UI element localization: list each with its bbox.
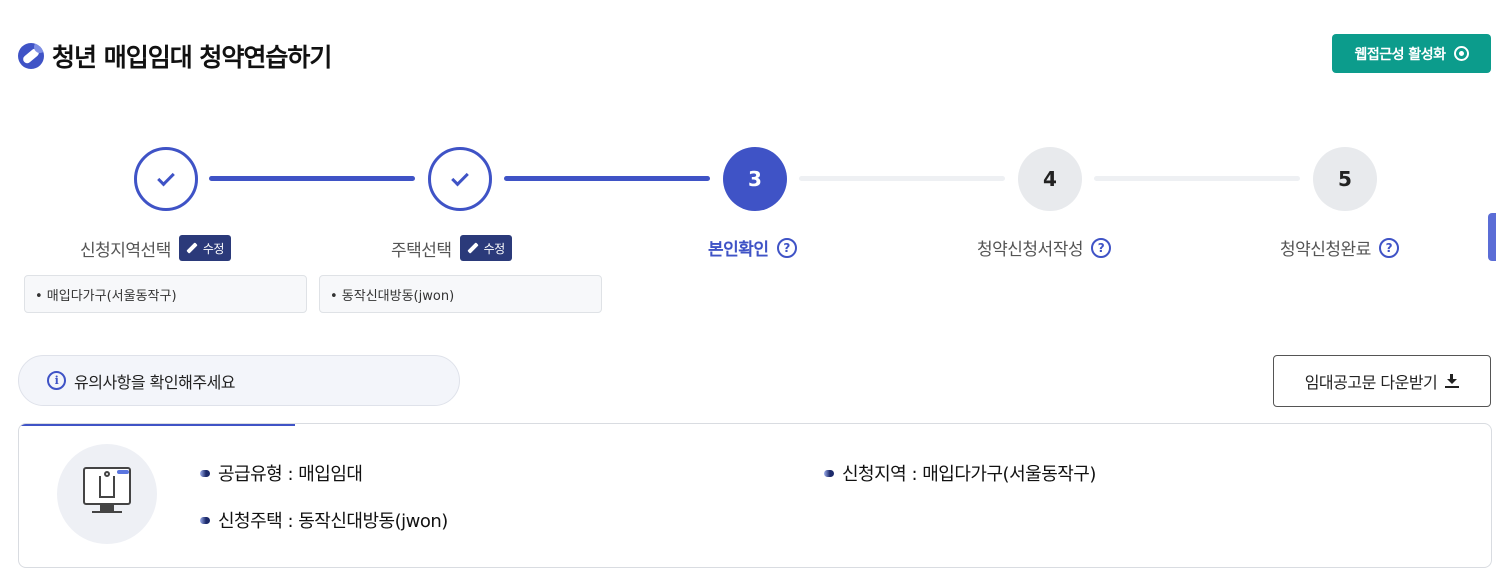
step-1-edit-button[interactable]: 수정 xyxy=(178,235,231,261)
step-3-label: 본인확인 xyxy=(708,240,769,260)
info-supply-type: 공급유형 : 매입임대 xyxy=(200,460,363,486)
step-connector-1 xyxy=(209,176,415,181)
info-icon: i xyxy=(47,371,66,390)
info-house: 신청주택 : 동작신대방동(jwon) xyxy=(200,507,448,533)
step-1-selection: • 매입다가구(서울동작구) xyxy=(24,275,307,313)
pencil-icon xyxy=(186,242,198,254)
bullet-icon xyxy=(200,516,210,524)
edit-label: 수정 xyxy=(202,241,225,256)
pencil-icon xyxy=(466,242,479,254)
step-4-label-group: 청약신청서작성 ? xyxy=(977,235,1111,260)
step-5-circle: 5 xyxy=(1313,147,1377,211)
step-2-circle xyxy=(428,147,492,211)
help-icon[interactable]: ? xyxy=(1378,237,1399,258)
check-icon xyxy=(157,168,175,186)
help-icon[interactable]: ? xyxy=(776,237,797,258)
step-4-label: 청약신청서작성 xyxy=(977,240,1083,260)
help-icon[interactable]: ? xyxy=(1090,237,1111,258)
card-accent-bar xyxy=(19,424,295,426)
step-4-circle: 4 xyxy=(1018,147,1082,211)
step-1-label: 신청지역선택 xyxy=(80,240,171,261)
house-text: 신청주택 : 동작신대방동(jwon) xyxy=(218,511,448,532)
step-3-label-group: 본인확인 ? xyxy=(708,235,797,260)
bullet-icon xyxy=(200,469,210,477)
download-notice-button[interactable]: 임대공고문 다운받기 xyxy=(1273,355,1491,407)
step-1-label-group: 신청지역선택 수정 xyxy=(80,235,231,261)
check-icon xyxy=(451,168,469,186)
step-connector-4 xyxy=(1094,176,1300,181)
supply-type-text: 공급유형 : 매입임대 xyxy=(218,464,363,485)
bullet-icon xyxy=(824,469,834,477)
step-5-label: 청약신청완료 xyxy=(1280,240,1371,260)
step-connector-2 xyxy=(504,176,710,181)
download-icon xyxy=(1445,374,1460,388)
kiosk-info-icon xyxy=(57,444,157,544)
step-5-label-group: 청약신청완료 ? xyxy=(1280,235,1399,260)
step-2-selection: • 동작신대방동(jwon) xyxy=(319,275,602,313)
step-2-label-group: 주택선택 수정 xyxy=(391,235,512,261)
notice-banner[interactable]: i 유의사항을 확인해주세요 xyxy=(18,355,460,406)
step-1-circle xyxy=(134,147,198,211)
application-info-card: 공급유형 : 매입임대 신청지역 : 매입다가구(서울동작구) 신청주택 : 동… xyxy=(18,423,1492,568)
step-2-label: 주택선택 xyxy=(391,240,452,261)
step-connector-3 xyxy=(799,176,1005,181)
download-button-label: 임대공고문 다운받기 xyxy=(1304,373,1438,392)
info-region: 신청지역 : 매입다가구(서울동작구) xyxy=(824,460,1096,486)
side-panel-tab[interactable] xyxy=(1488,213,1496,261)
step-3-circle: 3 xyxy=(723,147,787,211)
step-2-edit-button[interactable]: 수정 xyxy=(459,235,512,261)
progress-stepper: 3 4 5 신청지역선택 수정 주택선택 수정 본인확인 ? 청약신청서작성 ?… xyxy=(0,0,1496,330)
region-text: 신청지역 : 매입다가구(서울동작구) xyxy=(842,464,1096,485)
notice-text: 유의사항을 확인해주세요 xyxy=(74,372,236,392)
edit-label: 수정 xyxy=(483,241,506,256)
